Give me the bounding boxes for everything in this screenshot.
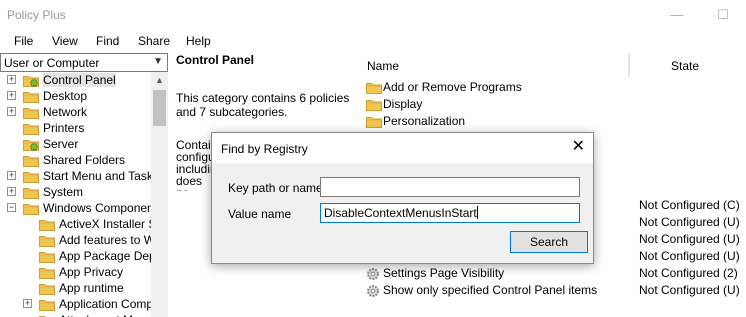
- menu-file[interactable]: File: [14, 34, 33, 48]
- tree-item-label: Desktop: [43, 89, 88, 103]
- dialog-title: Find by Registry: [221, 142, 308, 156]
- column-header-state[interactable]: State: [629, 53, 746, 77]
- description-title: Control Panel: [176, 53, 255, 67]
- list-item-name: Add or Remove Programs: [383, 80, 522, 94]
- folder-icon: [23, 154, 39, 167]
- folder-icon: [23, 186, 39, 199]
- column-state-label: State: [671, 59, 700, 73]
- folder-icon: [366, 98, 382, 111]
- folder-icon: [366, 115, 382, 128]
- folder-icon: [39, 282, 55, 295]
- folder-icon: [366, 81, 382, 94]
- tree-item-label: App Privacy: [59, 265, 124, 279]
- tree-item-label: Control Panel: [43, 73, 116, 87]
- folder-icon: [39, 298, 55, 311]
- scope-selector-value: User or Computer: [4, 56, 100, 70]
- window-title: Policy Plus: [7, 8, 66, 22]
- list-item-state: Not Configured (2): [639, 266, 738, 280]
- tree-item-label: Network: [43, 105, 88, 119]
- list-item-name: Settings Page Visibility: [383, 266, 505, 280]
- column-name-label: Name: [367, 59, 400, 73]
- list-item-state: Not Configured (C): [639, 198, 740, 212]
- dialog-title-bar: Find by Registry ✕: [212, 133, 593, 163]
- description-partial: Contains configu including does no: [176, 139, 212, 191]
- folder-icon: [23, 202, 39, 215]
- tree-item-label: Server: [43, 137, 79, 151]
- column-header-name[interactable]: Name: [361, 53, 629, 77]
- tree-item-label: Shared Folders: [43, 153, 126, 167]
- chevron-down-icon: ▼: [153, 56, 163, 67]
- tree-scrollbar[interactable]: ▲: [151, 72, 168, 317]
- description-summary: This category contains 6 policies and 7 …: [176, 91, 350, 119]
- list-item-state: Not Configured (U): [639, 215, 740, 229]
- folder-icon: [39, 250, 55, 263]
- menu-help[interactable]: Help: [186, 34, 211, 48]
- list-item-state: Not Configured (U): [639, 283, 740, 297]
- tree-item-label: App Package Deployment: [59, 249, 151, 263]
- tree-item-label: Add features to Windows: [59, 233, 151, 247]
- folder-policy-icon: [23, 74, 39, 87]
- text-caret: [476, 206, 478, 219]
- minimize-button[interactable]: —: [654, 0, 700, 30]
- key-path-label: Key path or name: [228, 181, 323, 195]
- expand-icon[interactable]: +: [7, 187, 16, 196]
- tree-item-label: Windows Components: [43, 201, 151, 215]
- expand-icon[interactable]: +: [7, 91, 16, 100]
- menu-view[interactable]: View: [52, 34, 78, 48]
- tree-item-label: Printers: [43, 121, 85, 135]
- folder-icon: [23, 106, 39, 119]
- folder-icon: [39, 266, 55, 279]
- value-name-input[interactable]: DisableContextMenusInStart: [320, 203, 580, 223]
- key-path-input[interactable]: [320, 177, 580, 197]
- list-item-name: Personalization: [383, 114, 466, 128]
- list-item-name: Display: [383, 97, 423, 111]
- menu-find[interactable]: Find: [96, 34, 119, 48]
- list-item-state: Not Configured (U): [639, 232, 740, 246]
- category-tree[interactable]: + Control Panel + Desktop + Network Printers Se…: [0, 72, 151, 317]
- list-item[interactable]: Display: [366, 96, 746, 113]
- menu-bar: File View Find Share Help: [0, 30, 746, 52]
- search-button[interactable]: Search: [510, 231, 588, 253]
- expand-icon[interactable]: +: [23, 299, 32, 308]
- tree-item-label: Attachment Manager: [59, 313, 151, 317]
- folder-icon: [23, 90, 39, 103]
- list-item[interactable]: Personalization: [366, 113, 746, 130]
- close-icon[interactable]: ✕: [572, 139, 585, 155]
- folder-policy-icon: [23, 138, 39, 151]
- setting-icon: [366, 284, 382, 297]
- scope-selector[interactable]: User or Computer ▼: [0, 53, 168, 72]
- expand-icon[interactable]: +: [7, 171, 16, 180]
- menu-share[interactable]: Share: [138, 34, 170, 48]
- list-item[interactable]: Add or Remove Programs: [366, 79, 746, 96]
- scroll-up-icon[interactable]: ▲: [151, 72, 168, 89]
- expand-icon[interactable]: +: [7, 107, 16, 116]
- folder-icon: [39, 218, 55, 231]
- list-item[interactable]: Settings Page Visibility Not Configured (…: [366, 265, 746, 282]
- tree-item-label: System: [43, 185, 84, 199]
- value-name-label: Value name: [228, 207, 292, 221]
- maximize-button[interactable]: ☐: [700, 0, 746, 30]
- value-name-text: DisableContextMenusInStart: [324, 206, 477, 220]
- list-item[interactable]: Show only specified Control Panel items N…: [366, 282, 746, 299]
- collapse-icon[interactable]: −: [7, 203, 16, 212]
- folder-icon: [23, 122, 39, 135]
- list-item-name: Show only specified Control Panel items: [383, 283, 598, 297]
- setting-icon: [366, 267, 382, 280]
- expand-icon[interactable]: +: [7, 75, 16, 84]
- folder-icon: [39, 234, 55, 247]
- find-by-registry-dialog: Find by Registry ✕ Key path or name Valu…: [211, 132, 594, 264]
- folder-icon: [23, 170, 39, 183]
- tree-item-label: Start Menu and Taskbar: [43, 169, 151, 183]
- tree-item-label: App runtime: [59, 281, 124, 295]
- list-item-state: Not Configured (U): [639, 249, 740, 263]
- tree-item-label: ActiveX Installer Service: [59, 217, 151, 231]
- title-bar: Policy Plus — ☐: [0, 0, 746, 30]
- tree-item-label: Application Compatibility: [59, 297, 151, 311]
- scroll-thumb[interactable]: [153, 90, 166, 126]
